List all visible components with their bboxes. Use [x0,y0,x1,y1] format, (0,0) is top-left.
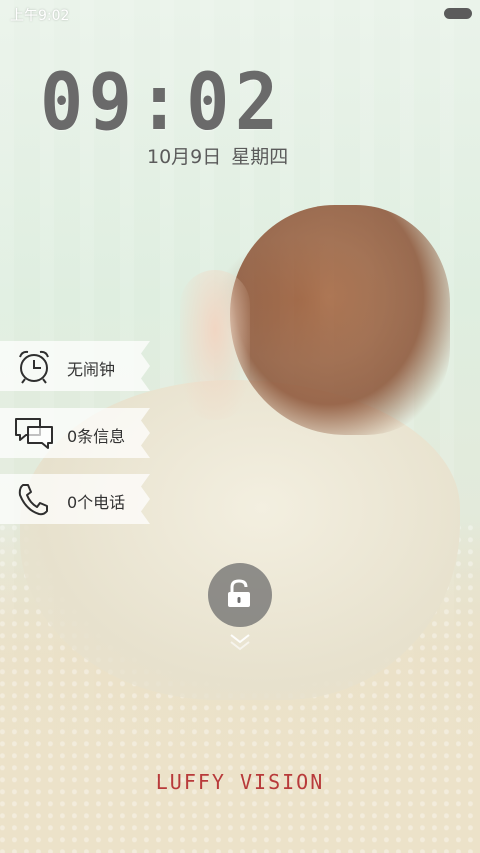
battery-icon [444,8,472,19]
phone-icon [14,481,54,517]
wallpaper-figure-arm [180,270,250,420]
date-text: 10月9日 [147,146,222,168]
chevron-down-icon [230,634,250,651]
lock-icon [228,579,250,607]
calls-notification[interactable]: 0个电话 [0,474,150,524]
lockscreen-date: 10月9日 星期四 [147,142,288,169]
status-bar: 上午9:02 [0,0,480,26]
unlock-button[interactable] [208,563,272,627]
alarm-notification[interactable]: 无闹钟 [0,341,150,391]
messages-notification[interactable]: 0条信息 [0,408,150,458]
messages-label: 0条信息 [67,427,126,446]
weekday-text: 星期四 [231,146,289,168]
status-time: 上午9:02 [10,8,70,24]
calls-label: 0个电话 [67,493,126,512]
messages-icon [14,415,54,451]
lockscreen-clock: 09:02 [40,58,284,148]
alarm-label: 无闹钟 [67,360,116,379]
alarm-clock-icon [14,348,54,384]
wallpaper-branding: LUFFY VISION [155,770,325,794]
